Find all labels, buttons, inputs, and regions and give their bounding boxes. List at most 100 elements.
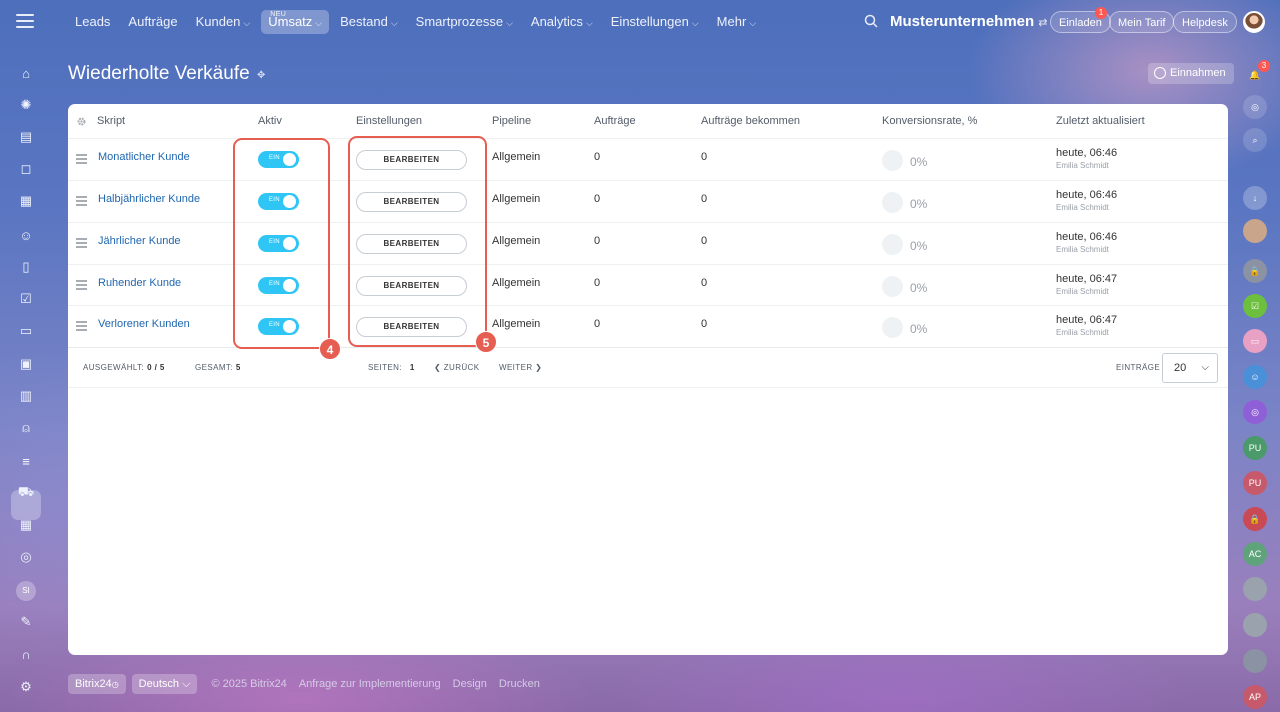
updated-user[interactable]: Emilia Schmidt xyxy=(1056,245,1109,254)
column-header-konversionsrate[interactable]: Konversionsrate, % xyxy=(882,115,977,127)
script-name-link[interactable]: Jährlicher Kunde xyxy=(98,235,181,247)
language-select[interactable]: Deutsch ⌵ xyxy=(131,674,198,694)
menu-item-einstellungen[interactable]: Einstellungen ⌵ xyxy=(604,10,706,34)
company-name[interactable]: Musterunternehmen ⇄ xyxy=(890,13,1047,30)
implementation-request-link[interactable]: Anfrage zur Implementierung xyxy=(299,678,441,690)
menu-item-leads[interactable]: Leads xyxy=(68,10,117,34)
chat-avatar[interactable] xyxy=(1243,219,1267,243)
conversion-cell: 0% xyxy=(910,155,928,169)
target-icon[interactable]: ◎ xyxy=(17,548,35,566)
menu-burger-icon[interactable] xyxy=(16,14,34,28)
sign-icon[interactable]: ✎ xyxy=(17,613,35,631)
selected-count: Ausgewählt: 0 / 5 xyxy=(83,363,165,372)
pipeline-cell: Allgemein xyxy=(492,193,541,205)
drag-handle-icon[interactable] xyxy=(76,154,87,166)
contacts-icon[interactable]: ☺ xyxy=(17,226,35,244)
income-button[interactable]: Einnahmen xyxy=(1148,63,1234,84)
menu-item-auftraege[interactable]: Aufträge xyxy=(121,10,184,34)
menu-item-umsatz[interactable]: NEU Umsatz ⌵ xyxy=(261,10,330,34)
script-name-link[interactable]: Halbjährlicher Kunde xyxy=(98,193,200,205)
calendar-icon[interactable]: ▦ xyxy=(17,192,35,210)
print-link[interactable]: Drucken xyxy=(499,678,540,690)
page-title: Wiederholte Verkäufe xyxy=(68,63,250,84)
drag-handle-icon[interactable] xyxy=(76,280,87,292)
updated-user[interactable]: Emilia Schmidt xyxy=(1056,287,1109,296)
pulse-icon[interactable]: ✺ xyxy=(17,96,35,114)
menu-item-kunden[interactable]: Kunden ⌵ xyxy=(189,10,258,34)
brand-button[interactable]: Bitrix24◷ xyxy=(68,674,126,694)
column-header-einstellungen[interactable]: Einstellungen xyxy=(356,115,422,127)
script-name-link[interactable]: Ruhender Kunde xyxy=(98,277,181,289)
next-link[interactable]: WEITER ❯ xyxy=(499,363,542,372)
page-size-select[interactable]: 20 ⌵ xyxy=(1162,353,1218,383)
drag-handle-icon[interactable] xyxy=(76,238,87,250)
chat-avatar[interactable]: AC xyxy=(1243,542,1267,566)
document-icon[interactable]: ▯ xyxy=(17,258,35,276)
chat-avatar[interactable]: ↓ xyxy=(1243,186,1267,210)
menu-item-analytics[interactable]: Analytics ⌵ xyxy=(524,10,600,34)
task-chat-icon[interactable]: ☑ xyxy=(1243,294,1267,318)
script-name-link[interactable]: Verlorener Kunden xyxy=(98,318,190,330)
tariff-button[interactable]: Mein Tarif xyxy=(1109,11,1175,33)
chat-icon[interactable]: ◻ xyxy=(17,160,35,178)
chevron-right-icon: ❯ xyxy=(532,363,543,372)
search-icon[interactable] xyxy=(864,14,878,28)
column-header-skript[interactable]: Skript xyxy=(97,115,125,127)
annotation-badge-4: 4 xyxy=(319,338,341,360)
bottom-bar: Bitrix24◷ Deutsch ⌵ © 2025 Bitrix24 Anfr… xyxy=(68,674,540,694)
board-icon[interactable]: ▣ xyxy=(17,355,35,373)
updated-user[interactable]: Emilia Schmidt xyxy=(1056,328,1109,337)
helpdesk-button[interactable]: Helpdesk xyxy=(1173,11,1237,33)
drag-handle-icon[interactable] xyxy=(76,196,87,208)
feed-icon[interactable]: ▤ xyxy=(17,128,35,146)
pipeline-cell: Allgemein xyxy=(492,318,541,330)
chevron-down-icon: ⌵ xyxy=(390,18,398,28)
chat-avatar[interactable]: PU xyxy=(1243,471,1267,495)
column-settings-gear-icon[interactable] xyxy=(76,116,87,127)
search-chat-icon[interactable]: ⌕ xyxy=(1243,128,1267,152)
updated-user[interactable]: Emilia Schmidt xyxy=(1056,161,1109,170)
chat-avatar[interactable]: PU xyxy=(1243,436,1267,460)
menu-item-smartprozesse[interactable]: Smartprozesse ⌵ xyxy=(409,10,520,34)
booking-icon[interactable]: ▦ xyxy=(17,516,35,534)
back-link[interactable]: ❮ ZURÜCK xyxy=(434,363,479,372)
chat-bubble-icon[interactable]: ▭ xyxy=(1243,329,1267,353)
column-header-zuletzt-aktualisiert[interactable]: Zuletzt aktualisiert xyxy=(1056,115,1145,127)
menu-item-mehr[interactable]: Mehr ⌵ xyxy=(710,10,763,34)
home-icon[interactable]: ⌂ xyxy=(17,64,35,82)
robot-icon[interactable]: ⍝ xyxy=(17,419,35,437)
chat-avatar[interactable] xyxy=(1243,649,1267,673)
total-count: Gesamt: 5 xyxy=(195,363,241,372)
updated-user[interactable]: Emilia Schmidt xyxy=(1056,203,1109,212)
target-icon[interactable]: ◎ xyxy=(1243,95,1267,119)
column-header-auftraege-bekommen[interactable]: Aufträge bekommen xyxy=(701,115,800,127)
pipeline-cell: Allgemein xyxy=(492,151,541,163)
target-chat-icon[interactable]: ◎ xyxy=(1243,400,1267,424)
column-header-pipeline[interactable]: Pipeline xyxy=(492,115,531,127)
design-link[interactable]: Design xyxy=(453,678,487,690)
storage-icon[interactable]: ▭ xyxy=(17,322,35,340)
chat-avatar[interactable] xyxy=(1243,577,1267,601)
column-header-aktiv[interactable]: Aktiv xyxy=(258,115,282,127)
headset-icon[interactable]: ∩ xyxy=(17,645,35,663)
analytics-icon[interactable]: ▥ xyxy=(17,387,35,405)
lock-icon[interactable]: 🔒 xyxy=(1243,507,1267,531)
user-chat-icon[interactable]: ☺ xyxy=(1243,365,1267,389)
orders-cell: 0 xyxy=(594,318,601,330)
pin-icon[interactable]: ✥ xyxy=(257,70,268,81)
chat-avatar[interactable] xyxy=(1243,613,1267,637)
updated-time: heute, 06:46 xyxy=(1056,147,1118,159)
user-avatar[interactable] xyxy=(1243,11,1265,33)
script-name-link[interactable]: Monatlicher Kunde xyxy=(98,151,190,163)
conversion-cell: 0% xyxy=(910,239,928,253)
crm-funnel-icon[interactable]: ≡ xyxy=(17,452,35,470)
lock-icon[interactable]: 🔒 xyxy=(1243,259,1267,283)
chat-avatar[interactable]: AP xyxy=(1243,685,1267,709)
settings-gear-icon[interactable]: ⚙ xyxy=(17,678,35,696)
column-header-auftraege[interactable]: Aufträge xyxy=(594,115,636,127)
drag-handle-icon[interactable] xyxy=(76,321,87,333)
menu-item-bestand[interactable]: Bestand ⌵ xyxy=(333,10,405,34)
sidebar-user-initials[interactable]: SI xyxy=(16,581,36,601)
tasks-icon[interactable]: ☑ xyxy=(17,290,35,308)
cart-icon[interactable]: ⛟ xyxy=(17,484,35,502)
